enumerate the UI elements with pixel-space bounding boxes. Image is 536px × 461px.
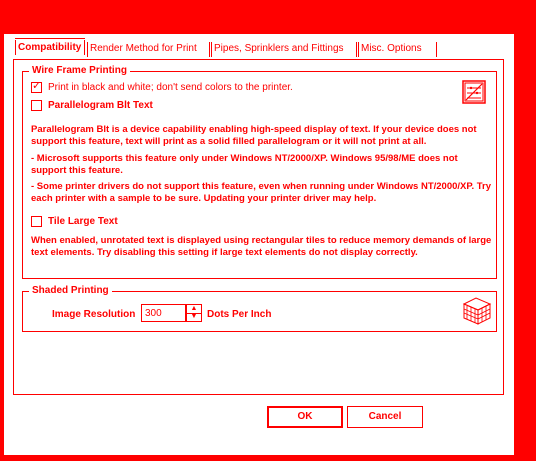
dialog-edge-left bbox=[4, 34, 5, 454]
cancel-button[interactable]: Cancel bbox=[347, 406, 423, 428]
spin-down-icon[interactable]: ▼ bbox=[187, 313, 201, 321]
print-bw-checkbox[interactable]: ✓ bbox=[31, 80, 42, 93]
tile-large-option[interactable]: Tile Large Text bbox=[31, 216, 118, 227]
dialog-edge-right bbox=[513, 34, 514, 455]
wireframe-print-icon bbox=[462, 80, 486, 104]
tab-render-method-label: Render Method for Print bbox=[90, 43, 197, 54]
microsoft-note: - Microsoft supports this feature only u… bbox=[31, 153, 458, 176]
tab-pipes-sprinklers-fittings[interactable]: Pipes, Sprinklers and Fittings bbox=[211, 40, 357, 58]
image-resolution-label: Image Resolution bbox=[52, 309, 136, 320]
wire-frame-group-title: Wire Frame Printing bbox=[29, 65, 130, 77]
tab-misc-label: Misc. Options bbox=[361, 43, 422, 54]
tab-render-method[interactable]: Render Method for Print bbox=[87, 40, 210, 58]
tile-large-label: Tile Large Text bbox=[48, 216, 118, 227]
checkmark-icon: ✓ bbox=[32, 80, 42, 92]
parallelogram-option[interactable]: Parallelogram Blt Text bbox=[31, 100, 153, 111]
image-resolution-input[interactable] bbox=[141, 304, 186, 322]
tab-pipes-label: Pipes, Sprinklers and Fittings bbox=[214, 43, 344, 54]
dialog-edge-bottom bbox=[4, 454, 514, 455]
parallelogram-description: Parallelogram Blt is a device capability… bbox=[31, 124, 477, 147]
tab-compatibility[interactable]: Compatibility bbox=[15, 38, 85, 60]
tab-compatibility-label: Compatibility bbox=[18, 42, 82, 53]
parallelogram-label: Parallelogram Blt Text bbox=[48, 100, 153, 111]
parallelogram-checkbox[interactable] bbox=[31, 100, 42, 111]
print-bw-label: Print in black and white; don't send col… bbox=[48, 82, 293, 93]
ok-button[interactable]: OK bbox=[267, 406, 343, 428]
tile-large-checkbox[interactable] bbox=[31, 216, 42, 227]
print-bw-option[interactable]: ✓ Print in black and white; don't send c… bbox=[31, 80, 293, 93]
shaded-group-title: Shaded Printing bbox=[29, 285, 112, 297]
shaded-print-icon bbox=[462, 296, 492, 326]
tile-large-description: When enabled, unrotated text is displaye… bbox=[31, 235, 492, 258]
tab-misc-options[interactable]: Misc. Options bbox=[358, 40, 437, 58]
printer-driver-note: - Some printer drivers do not support th… bbox=[31, 181, 492, 204]
dots-per-inch-label: Dots Per Inch bbox=[207, 309, 272, 320]
image-resolution-spinner[interactable]: ▲ ▼ bbox=[186, 304, 202, 322]
